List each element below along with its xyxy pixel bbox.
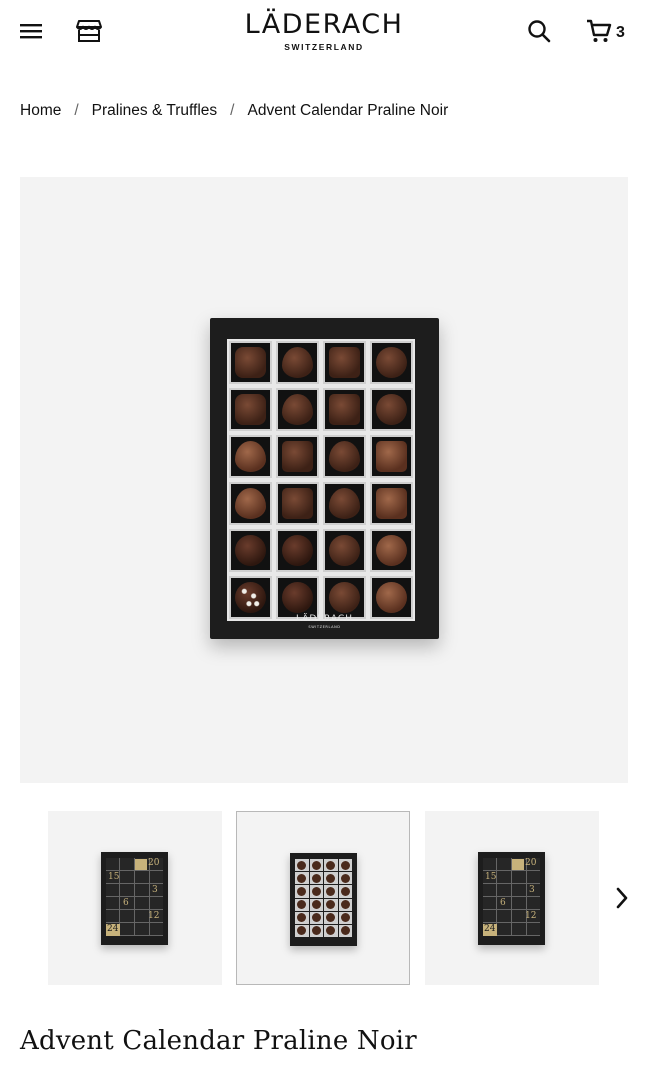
carousel-next-button[interactable] — [610, 884, 634, 912]
advent-calendar-open-image — [290, 853, 357, 946]
praline-cell — [368, 527, 415, 574]
cart-count-badge: 3 — [616, 24, 625, 41]
praline-cell — [368, 339, 415, 386]
calendar-number: 12 — [148, 911, 160, 921]
search-button[interactable] — [524, 16, 554, 46]
praline-cell — [274, 339, 321, 386]
praline-cell — [227, 433, 274, 480]
breadcrumb-separator: / — [74, 102, 79, 119]
praline-cell — [227, 339, 274, 386]
calendar-number: 3 — [152, 885, 158, 895]
box-brand-subtitle: SWITZERLAND — [308, 625, 341, 629]
breadcrumb-separator: / — [230, 102, 235, 119]
menu-button[interactable] — [16, 18, 46, 44]
store-locator-button[interactable] — [74, 16, 104, 46]
thumbnail-1[interactable]: 20 15 3 6 12 24 — [48, 811, 222, 985]
site-header: LÄDERACH SWITZERLAND 3 — [0, 0, 648, 64]
calendar-number: 15 — [108, 872, 120, 882]
breadcrumb-current: Advent Calendar Praline Noir — [247, 102, 449, 119]
logo-wordmark: LÄDERACH — [244, 9, 404, 40]
calendar-number: 6 — [123, 898, 129, 908]
praline-cell — [321, 527, 368, 574]
calendar-number: 24 — [484, 924, 496, 934]
praline-grid — [227, 339, 415, 621]
calendar-number: 24 — [107, 924, 119, 934]
product-title: Advent Calendar Praline Noir — [20, 1026, 417, 1056]
praline-cell — [368, 386, 415, 433]
calendar-number: 20 — [148, 858, 160, 868]
breadcrumb-home[interactable]: Home — [20, 102, 61, 120]
praline-cell — [274, 527, 321, 574]
calendar-number: 3 — [529, 885, 535, 895]
product-main-image[interactable]: LÄDERACH SWITZERLAND — [20, 177, 628, 783]
search-icon — [528, 20, 551, 43]
calendar-number: 12 — [525, 911, 537, 921]
breadcrumb: Home / Pralines & Truffles / Advent Cale… — [20, 102, 448, 120]
advent-calendar-closed-image: 20 15 3 6 12 24 — [478, 852, 545, 945]
box-brand-wordmark: LÄDERACH — [296, 614, 353, 624]
praline-cell — [227, 527, 274, 574]
brand-logo[interactable]: LÄDERACH SWITZERLAND — [214, 9, 434, 53]
cart-icon — [587, 19, 612, 42]
cart-button[interactable]: 3 — [586, 16, 634, 46]
praline-box-image: LÄDERACH SWITZERLAND — [210, 318, 439, 639]
praline-cell — [227, 386, 274, 433]
thumbnail-3[interactable]: 20 15 3 6 12 24 — [425, 811, 599, 985]
box-brand-logo: LÄDERACH SWITZERLAND — [210, 614, 439, 629]
storefront-icon — [76, 20, 102, 42]
praline-cell — [274, 480, 321, 527]
praline-cell — [368, 433, 415, 480]
praline-cell — [321, 339, 368, 386]
calendar-number: 6 — [500, 898, 506, 908]
calendar-number: 20 — [525, 858, 537, 868]
praline-cell — [227, 480, 274, 527]
logo-subtitle: SWITZERLAND — [284, 42, 364, 52]
advent-calendar-closed-image: 20 15 3 6 12 24 — [101, 852, 168, 945]
chevron-right-icon — [616, 887, 628, 909]
breadcrumb-category[interactable]: Pralines & Truffles — [92, 102, 218, 120]
hamburger-menu-icon — [20, 24, 42, 39]
thumbnail-2[interactable] — [236, 811, 410, 985]
praline-cell — [321, 433, 368, 480]
thumbnail-carousel: 20 15 3 6 12 24 20 15 3 6 12 24 — [0, 811, 648, 986]
praline-cell — [368, 480, 415, 527]
praline-cell — [274, 386, 321, 433]
praline-cell — [274, 433, 321, 480]
praline-cell — [321, 386, 368, 433]
praline-cell — [321, 480, 368, 527]
calendar-number: 15 — [485, 872, 497, 882]
